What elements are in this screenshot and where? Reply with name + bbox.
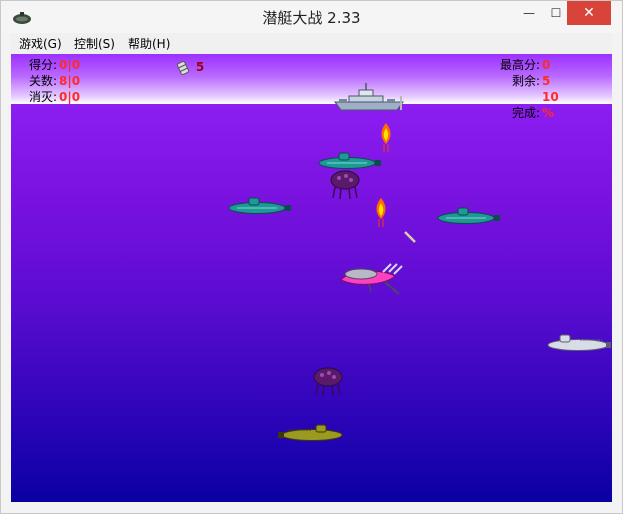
enemy-submarine <box>278 424 343 441</box>
game-canvas[interactable]: 得分: 0|0 关数: 8|0 消灭: 0|0 5 最高分: 0 剩余: 5 完成:10 … <box>11 54 612 502</box>
minimize-button[interactable]: — <box>515 1 543 25</box>
menu-help[interactable]: 帮助(H) <box>128 35 170 52</box>
hud-remaining: 剩余: 5 <box>500 73 572 89</box>
destroyed-value: 0|0 <box>59 90 81 104</box>
jellyfish-mine <box>313 367 343 397</box>
menu-game[interactable]: 游戏(G) <box>19 35 62 52</box>
hud-bombs: 5 <box>176 59 204 76</box>
enemy-submarine <box>228 197 291 214</box>
complete-value: 10 % <box>542 90 559 120</box>
jellyfish-mine <box>330 170 360 200</box>
player-destroyer <box>334 83 404 111</box>
hud-score: 得分: 0|0 <box>29 57 80 73</box>
high-score-label: 最高分: <box>499 58 540 72</box>
hud-high-score: 最高分: 0 <box>500 57 572 73</box>
bomb-count: 5 <box>195 60 205 74</box>
hud-left: 得分: 0|0 关数: 8|0 消灭: 0|0 <box>29 57 80 105</box>
enemy-submarine <box>547 334 611 351</box>
hud-destroyed: 消灭: 0|0 <box>29 89 80 105</box>
flame-missile-icon <box>376 198 386 227</box>
complete-label: 完成: <box>511 106 540 120</box>
title-bar[interactable]: 潜艇大战 2.33 — ☐ ✕ <box>1 1 622 33</box>
score-value: 0|0 <box>59 58 81 72</box>
depth-charge-projectile <box>404 231 416 243</box>
menu-control[interactable]: 控制(S) <box>74 35 115 52</box>
score-label: 得分: <box>29 58 58 72</box>
enemy-submarine <box>437 207 500 224</box>
enemy-submarine <box>318 152 381 169</box>
level-value: 8|0 <box>59 74 81 88</box>
destroyed-label: 消灭: <box>29 90 58 104</box>
level-label: 关数: <box>29 74 58 88</box>
hud-complete: 完成:10 % <box>500 89 572 121</box>
high-score-value: 0 <box>542 58 551 72</box>
enemy-attack-sub <box>340 263 403 295</box>
game-window: 潜艇大战 2.33 — ☐ ✕ 游戏(G) 控制(S) 帮助(H) 得分: 0|0… <box>0 0 623 514</box>
hud-right: 最高分: 0 剩余: 5 完成:10 % <box>500 57 572 121</box>
menu-bar: 游戏(G) 控制(S) 帮助(H) <box>11 33 612 55</box>
maximize-button[interactable]: ☐ <box>542 1 570 25</box>
depth-charge-icon <box>176 60 190 75</box>
hud-level: 关数: 8|0 <box>29 73 80 89</box>
close-button[interactable]: ✕ <box>567 1 611 25</box>
remaining-value: 5 <box>542 74 551 88</box>
remaining-label: 剩余: <box>511 74 540 88</box>
